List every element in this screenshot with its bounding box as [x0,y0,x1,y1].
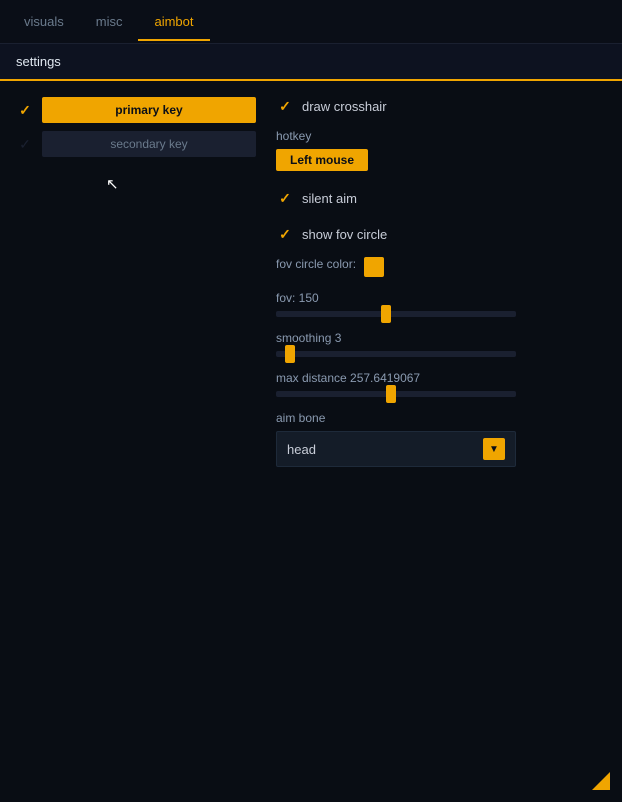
secondary-key-checkmark: ✓ [19,136,31,153]
fov-track[interactable] [276,311,516,317]
secondary-key-row: ✓ secondary key [16,131,256,157]
show-fov-circle-checkmark: ✓ [279,226,291,243]
smoothing-slider-container: smoothing 3 [276,331,606,357]
dropdown-arrow-icon: ▼ [483,438,505,460]
max-distance-track[interactable] [276,391,516,397]
aim-bone-section: aim bone head ▼ [276,411,606,467]
hotkey-button[interactable]: Left mouse [276,149,368,171]
smoothing-label: smoothing 3 [276,331,606,345]
primary-key-checkmark: ✓ [19,102,31,119]
silent-aim-checkbox[interactable]: ✓ [276,189,294,207]
silent-aim-checkmark: ✓ [279,190,291,207]
main-content: ✓ primary key ✓ secondary key ↖ ✓ draw c… [0,81,622,799]
draw-crosshair-label: draw crosshair [302,99,387,114]
max-distance-label: max distance 257.6419067 [276,371,606,385]
max-distance-thumb[interactable] [386,385,396,403]
tab-misc[interactable]: misc [80,2,139,41]
silent-aim-label: silent aim [302,191,357,206]
left-panel: ✓ primary key ✓ secondary key ↖ [16,97,256,783]
fov-circle-color-swatch[interactable] [364,257,384,277]
draw-crosshair-checkmark: ✓ [279,98,291,115]
settings-label: settings [16,54,61,69]
primary-key-checkbox[interactable]: ✓ [16,101,34,119]
show-fov-circle-checkbox[interactable]: ✓ [276,225,294,243]
fov-circle-color-label: fov circle color: [276,257,356,271]
fov-label: fov: 150 [276,291,606,305]
fov-slider-container: fov: 150 [276,291,606,317]
aim-bone-dropdown[interactable]: head ▼ [276,431,516,467]
primary-key-button[interactable]: primary key [42,97,256,123]
tab-aimbot[interactable]: aimbot [138,2,209,41]
secondary-key-checkbox[interactable]: ✓ [16,135,34,153]
show-fov-circle-label: show fov circle [302,227,387,242]
hotkey-section: hotkey Left mouse [276,129,606,171]
corner-decoration [592,772,610,790]
draw-crosshair-checkbox[interactable]: ✓ [276,97,294,115]
primary-key-row: ✓ primary key [16,97,256,123]
aim-bone-value: head [287,442,316,457]
fov-circle-color-row: fov circle color: [276,257,606,277]
silent-aim-row: ✓ silent aim [276,189,606,207]
hotkey-label: hotkey [276,129,606,143]
smoothing-track[interactable] [276,351,516,357]
top-nav: visuals misc aimbot [0,0,622,44]
settings-bar: settings [0,44,622,81]
tab-visuals[interactable]: visuals [8,2,80,41]
secondary-key-button[interactable]: secondary key [42,131,256,157]
smoothing-thumb[interactable] [285,345,295,363]
aim-bone-label: aim bone [276,411,606,425]
fov-thumb[interactable] [381,305,391,323]
right-panel: ✓ draw crosshair hotkey Left mouse ✓ sil… [276,97,606,783]
max-distance-slider-container: max distance 257.6419067 [276,371,606,397]
draw-crosshair-row: ✓ draw crosshair [276,97,606,115]
show-fov-circle-row: ✓ show fov circle [276,225,606,243]
